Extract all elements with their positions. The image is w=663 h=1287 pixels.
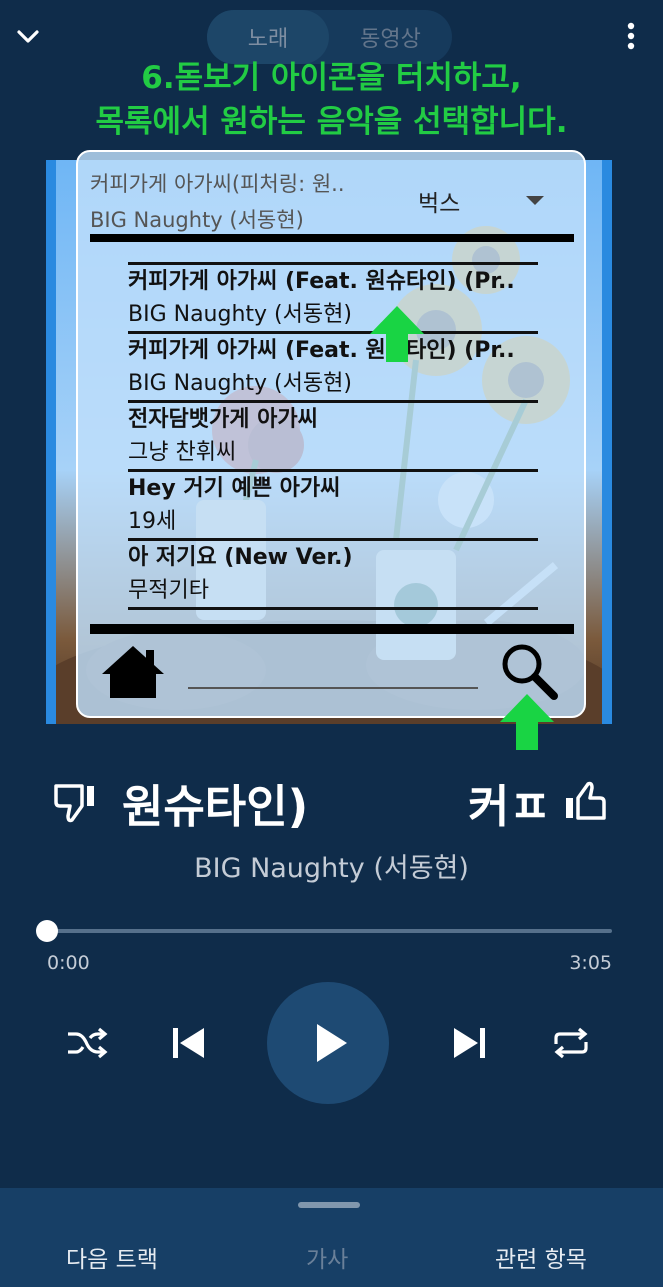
next-track-button[interactable] xyxy=(444,1018,494,1068)
result-artist: BIG Naughty (서동현) xyxy=(128,302,352,327)
thumbs-down-icon xyxy=(54,784,94,823)
footer-divider xyxy=(90,624,574,634)
current-song-title: 커피가게 아가씨(피처링: 원.. xyxy=(90,172,345,196)
list-item[interactable]: 커피가게 아가씨 (Feat. 원슈타인) (Pr.. BIG Naughty … xyxy=(128,265,538,331)
song-title-scroll-left: 원슈타인) xyxy=(122,780,309,833)
skip-previous-icon xyxy=(173,1028,204,1058)
result-title: Hey 거기 예쁜 아가씨 xyxy=(128,476,341,501)
home-button[interactable] xyxy=(100,642,166,702)
play-icon xyxy=(317,1024,347,1062)
like-button[interactable] xyxy=(562,780,608,824)
tab-related[interactable]: 관련 항목 xyxy=(495,1240,587,1274)
pointer-arrow-icon xyxy=(370,306,424,362)
skip-next-icon xyxy=(454,1028,485,1058)
result-title: 커피가게 아가씨 (Feat. 원슈타인) (Pr.. xyxy=(128,338,515,363)
result-artist: 그냥 찬휘씨 xyxy=(128,440,237,465)
repeat-icon xyxy=(554,1027,588,1059)
current-song-artist: BIG Naughty (서동현) xyxy=(90,208,304,232)
thumbs-up-icon xyxy=(566,781,606,820)
repeat-button[interactable] xyxy=(546,1018,596,1068)
bottom-sheet: 다음 트랙 가사 관련 항목 xyxy=(0,1188,663,1287)
result-title: 전자담뱃가게 아가씨 xyxy=(128,407,318,432)
artist-name: BIG Naughty (서동현) xyxy=(194,853,469,884)
list-item[interactable]: 전자담뱃가게 아가씨 그냥 찬휘씨 xyxy=(128,403,538,469)
result-artist: BIG Naughty (서동현) xyxy=(128,371,352,396)
previous-track-button[interactable] xyxy=(164,1018,214,1068)
tab-lyrics[interactable]: 가사 xyxy=(306,1240,348,1274)
result-artist: 19세 xyxy=(128,509,177,534)
music-search-panel: 커피가게 아가씨(피처링: 원.. BIG Naughty (서동현) 벅스 커… xyxy=(76,150,586,718)
search-results-list: 커피가게 아가씨 (Feat. 원슈타인) (Pr.. BIG Naughty … xyxy=(128,262,538,610)
result-artist: 무적기타 xyxy=(128,578,209,603)
list-item[interactable]: 아 저기요 (New Ver.) 무적기타 xyxy=(128,541,538,607)
pointer-arrow-icon xyxy=(500,694,554,750)
total-time: 3:05 xyxy=(569,952,612,974)
search-input[interactable] xyxy=(188,687,478,689)
tab-up-next[interactable]: 다음 트랙 xyxy=(66,1240,158,1274)
shuffle-button[interactable] xyxy=(62,1018,112,1068)
header-divider xyxy=(90,234,574,242)
current-time: 0:00 xyxy=(47,952,90,974)
drag-handle[interactable] xyxy=(298,1202,360,1208)
list-item[interactable]: Hey 거기 예쁜 아가씨 19세 xyxy=(128,472,538,538)
play-button[interactable] xyxy=(267,982,389,1104)
search-icon xyxy=(502,644,558,700)
provider-select[interactable]: 벅스 xyxy=(418,184,460,218)
shuffle-icon xyxy=(68,1027,108,1059)
result-title: 아 저기요 (New Ver.) xyxy=(128,545,353,570)
result-title: 커피가게 아가씨 (Feat. 원슈타인) (Pr.. xyxy=(128,269,515,294)
instruction-line-2: 목록에서 원하는 음악을 선택합니다. xyxy=(95,104,568,140)
search-button[interactable] xyxy=(498,640,560,702)
dropdown-arrow-icon[interactable] xyxy=(526,196,544,205)
list-item[interactable]: 커피가게 아가씨 (Feat. 원슈타인) (Pr.. BIG Naughty … xyxy=(128,334,538,400)
home-icon xyxy=(102,646,164,698)
dislike-button[interactable] xyxy=(52,780,98,824)
instruction-line-1: 6.돋보기 아이콘을 터치하고, xyxy=(141,60,522,96)
list-divider xyxy=(128,607,538,610)
song-title-scroll-right: 커ㅍ xyxy=(468,780,551,833)
progress-handle[interactable] xyxy=(36,920,58,942)
chevron-down-icon xyxy=(17,30,39,43)
progress-bar[interactable] xyxy=(47,929,612,933)
collapse-button[interactable] xyxy=(10,18,46,54)
